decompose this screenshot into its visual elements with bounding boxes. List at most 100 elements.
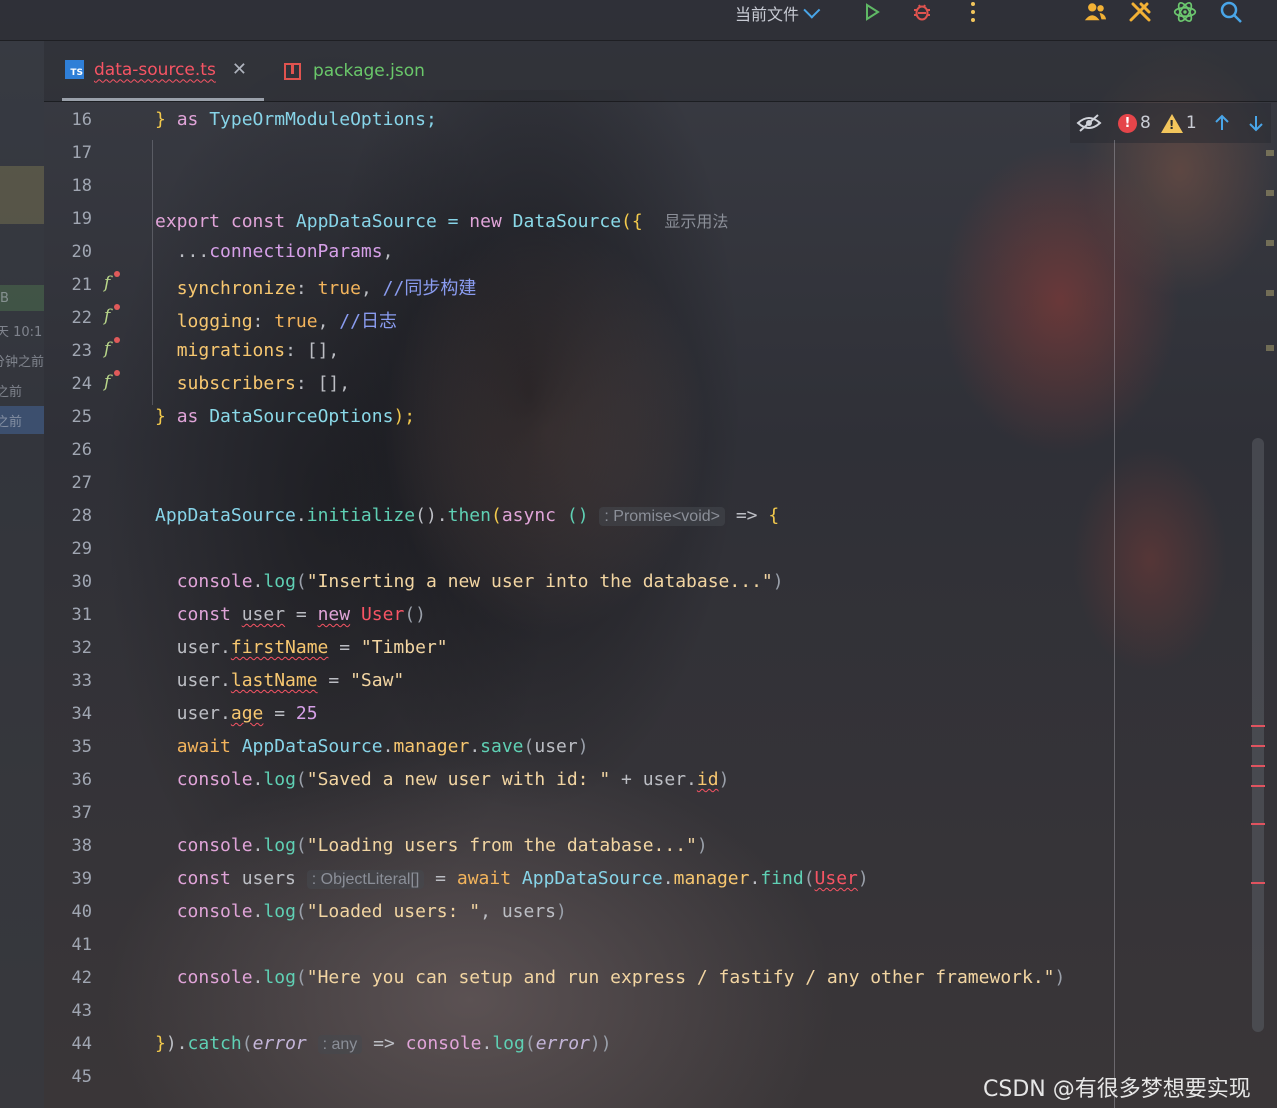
line-number[interactable]: 37	[60, 803, 92, 823]
panel-highlight	[0, 166, 44, 224]
error-count-value: 8	[1140, 113, 1151, 133]
build-tools-icon[interactable]	[1128, 0, 1152, 24]
code-line-21: synchronize: true, //同步构建	[176, 278, 477, 299]
line-number[interactable]: 38	[60, 836, 92, 856]
code-with-me-icon[interactable]	[1083, 0, 1107, 24]
next-highlight-icon[interactable]	[1247, 114, 1265, 132]
main-toolbar: 当前文件	[0, 0, 1277, 41]
indent-guide	[152, 140, 153, 405]
code-line-38: console.log("Loading users from the data…	[176, 835, 708, 856]
code-line-20: ...connectionParams,	[155, 241, 394, 262]
code-line-19: export const AppDataSource = new DataSou…	[155, 211, 729, 232]
implemented-property-icon[interactable]: f	[104, 337, 121, 359]
error-stripe-mark[interactable]	[1251, 882, 1265, 884]
line-number[interactable]: 17	[60, 143, 92, 163]
line-number[interactable]: 45	[60, 1067, 92, 1087]
line-number[interactable]: 22	[60, 308, 92, 328]
line-number[interactable]: 32	[60, 638, 92, 658]
line-number[interactable]: 39	[60, 869, 92, 889]
error-stripe-mark[interactable]	[1251, 725, 1265, 727]
code-line-24: subscribers: [],	[176, 373, 351, 394]
panel-fragment: 之前	[0, 385, 23, 400]
line-number[interactable]: 24	[60, 374, 92, 394]
tab-package-json[interactable]: package.json	[284, 41, 425, 101]
typescript-file-icon: TS	[65, 60, 84, 79]
minimap-mark	[1266, 190, 1274, 196]
code-line-40: console.log("Loaded users: ", users)	[176, 901, 567, 922]
json-file-icon	[284, 62, 301, 80]
chevron-down-icon	[803, 1, 821, 19]
usages-hint[interactable]: 显示用法	[664, 214, 728, 231]
code-line-30: console.log("Inserting a new user into t…	[176, 571, 784, 592]
code-line-25: } as DataSourceOptions);	[155, 406, 416, 427]
hide-inlay-hints-icon[interactable]	[1076, 114, 1102, 132]
line-number[interactable]: 33	[60, 671, 92, 691]
error-stripe-mark[interactable]	[1251, 765, 1265, 767]
run-configuration-selector[interactable]: 当前文件	[735, 1, 821, 25]
wallpaper-background	[0, 0, 1277, 1108]
code-line-44: }).catch(error : any => console.log(erro…	[155, 1033, 612, 1054]
code-line-34: user.age = 25	[155, 703, 318, 724]
line-number[interactable]: 18	[60, 176, 92, 196]
error-stripe-mark[interactable]	[1251, 785, 1265, 787]
line-number[interactable]: 23	[60, 341, 92, 361]
implemented-property-icon[interactable]: f	[104, 370, 121, 392]
more-options-icon[interactable]	[961, 0, 985, 24]
code-line-35: await AppDataSource.manager.save(user)	[176, 736, 589, 757]
line-number[interactable]: 40	[60, 902, 92, 922]
close-icon[interactable]: ✕	[232, 59, 247, 80]
line-number[interactable]: 20	[60, 242, 92, 262]
code-line-23: migrations: [],	[176, 340, 340, 361]
panel-fragment: 之前	[0, 415, 23, 430]
line-number[interactable]: 25	[60, 407, 92, 427]
line-number[interactable]: 30	[60, 572, 92, 592]
editor-tabs: TS data-source.ts ✕ package.json	[44, 41, 1277, 102]
line-number[interactable]: 43	[60, 1001, 92, 1021]
warning-count[interactable]: ! 1	[1160, 113, 1197, 133]
line-number[interactable]: 41	[60, 935, 92, 955]
implemented-property-icon[interactable]: f	[104, 271, 121, 293]
line-number[interactable]: 35	[60, 737, 92, 757]
run-configuration-label: 当前文件	[735, 5, 800, 24]
tab-label: data-source.ts	[94, 59, 216, 80]
line-number[interactable]: 34	[60, 704, 92, 724]
line-number[interactable]: 31	[60, 605, 92, 625]
code-line-39: const users : ObjectLiteral[] = await Ap…	[176, 868, 869, 889]
vertical-scrollbar[interactable]	[1252, 438, 1264, 1032]
line-number[interactable]: 42	[60, 968, 92, 988]
panel-fragment: 天 10:1	[0, 325, 43, 340]
code-line-36: console.log("Saved a new user with id: "…	[176, 769, 730, 790]
right-margin-guide	[1114, 140, 1115, 1108]
error-stripe-mark[interactable]	[1251, 823, 1265, 825]
previous-highlight-icon[interactable]	[1213, 114, 1231, 132]
error-stripe-mark[interactable]	[1251, 745, 1265, 747]
tab-label: package.json	[313, 61, 425, 81]
line-number[interactable]: 26	[60, 440, 92, 460]
line-number[interactable]: 21	[60, 275, 92, 295]
line-number[interactable]: 44	[60, 1034, 92, 1054]
code-line-16: } as TypeOrmModuleOptions;	[155, 109, 437, 130]
project-panel-edge: B 天 10:1 分钟之前 之前 之前	[0, 41, 44, 1108]
csdn-watermark: CSDN @有很多梦想要实现	[983, 1077, 1251, 1102]
line-number[interactable]: 16	[60, 110, 92, 130]
run-icon[interactable]	[860, 0, 884, 24]
implemented-property-icon[interactable]: f	[104, 304, 121, 326]
error-count[interactable]: ! 8	[1118, 113, 1151, 133]
code-line-22: logging: true, //日志	[176, 311, 397, 332]
panel-fragment: B	[0, 291, 9, 306]
code-line-33: user.lastName = "Saw"	[155, 670, 405, 691]
line-number[interactable]: 36	[60, 770, 92, 790]
minimap-mark	[1266, 345, 1274, 351]
code-line-31: const user = new User()	[176, 604, 426, 625]
code-line-42: console.log("Here you can setup and run …	[176, 967, 1066, 988]
type-hint: : any	[317, 1035, 363, 1054]
ai-assistant-icon[interactable]	[1173, 0, 1197, 24]
code-line-32: user.firstName = "Timber"	[155, 637, 448, 658]
line-number[interactable]: 29	[60, 539, 92, 559]
line-number[interactable]: 19	[60, 209, 92, 229]
tab-data-source-ts[interactable]: TS data-source.ts ✕	[62, 41, 264, 101]
line-number[interactable]: 28	[60, 506, 92, 526]
debug-icon[interactable]	[910, 0, 934, 24]
search-icon[interactable]	[1219, 0, 1243, 24]
line-number[interactable]: 27	[60, 473, 92, 493]
